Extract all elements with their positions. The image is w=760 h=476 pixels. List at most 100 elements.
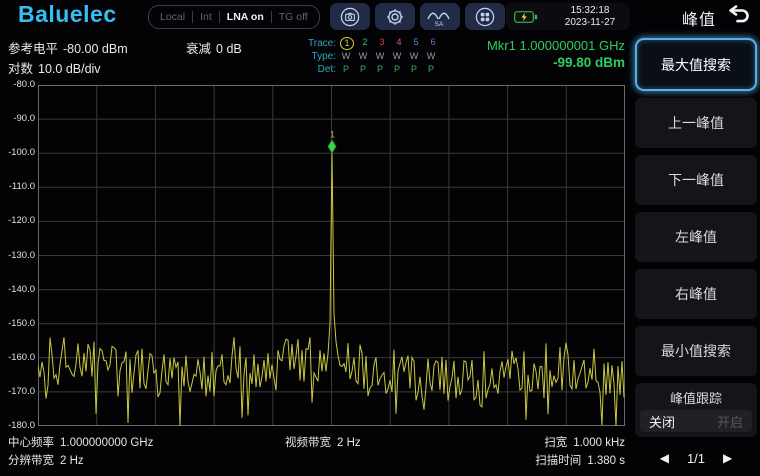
chip: 2 (359, 37, 371, 50)
softkey-button[interactable]: 最小值搜索 (635, 326, 757, 376)
rbw-value: 2 Hz (60, 455, 84, 467)
softkey-menu: 最大值搜索上一峰值下一峰值左峰值右峰值最小值搜索 峰值跟踪 关闭 开启 ◀ 1/… (632, 33, 760, 476)
chip: 1 (340, 37, 354, 50)
peak-track-toggle: 关闭 开启 (640, 410, 752, 432)
sweep-time-value: 1.380 s (587, 455, 625, 467)
softkey-button[interactable]: 下一峰值 (635, 155, 757, 205)
center-frequency: 中心频率 1.000000000 GHz (8, 434, 153, 450)
settings-button[interactable] (375, 3, 415, 30)
chip: P (408, 64, 420, 75)
apps-button[interactable] (465, 3, 505, 30)
y-tick-label: -80.0 (0, 79, 38, 90)
back-button[interactable] (726, 4, 752, 28)
attenuation: 衰减0 dB (186, 38, 242, 57)
clock-date: 2023-11-27 (550, 17, 630, 29)
sweep-time-label: 扫描时间 (535, 455, 581, 467)
sa-mode-button[interactable]: SA (420, 3, 460, 30)
det-row-label: Det: (300, 64, 336, 75)
chip: W (391, 51, 403, 62)
type-values: WWWWWW (340, 51, 442, 62)
mode-int[interactable]: Int (192, 11, 219, 23)
marker-frequency: Mkr1 1.000000001 GHz (487, 38, 625, 53)
scale: 对数 10.0 dB/div (8, 58, 101, 77)
trace-svg: 1 (38, 85, 625, 426)
center-frequency-label: 中心频率 (8, 437, 54, 449)
mode-local[interactable]: Local (153, 11, 192, 23)
marker-diamond-icon (328, 140, 336, 153)
y-tick-label: -140.0 (0, 284, 38, 295)
y-tick-label: -150.0 (0, 318, 38, 329)
vbw-value: 2 Hz (337, 437, 361, 449)
chip: 5 (410, 37, 422, 50)
clock-time: 15:32:18 (550, 5, 630, 17)
chip: 6 (427, 37, 439, 50)
rbw: 分辨带宽 2 Hz (8, 452, 84, 468)
vbw-label: 视频带宽 (285, 437, 331, 449)
y-tick-label: -90.0 (0, 113, 38, 124)
det-values: PPPPPP (340, 64, 442, 75)
y-tick-label: -120.0 (0, 215, 38, 226)
trace-row-label: Trace: (300, 38, 336, 49)
screenshot-button[interactable] (330, 3, 370, 30)
battery-icon (514, 10, 538, 24)
chip: W (425, 51, 437, 62)
chip: 3 (376, 37, 388, 50)
span: 扫宽1.000 kHz (544, 434, 625, 450)
rbw-label: 分辨带宽 (8, 455, 54, 467)
det-row: Det: PPPPPP (300, 63, 442, 75)
chip: W (374, 51, 386, 62)
softkey-button[interactable]: 上一峰值 (635, 98, 757, 148)
page-next-icon[interactable]: ▶ (723, 451, 732, 465)
top-iconbar: SA (330, 3, 505, 30)
peak-track-on-option[interactable]: 开启 (717, 412, 743, 431)
mode-status-group: LocalIntLNA onTG off (148, 5, 320, 29)
mode-tg-off[interactable]: TG off (271, 11, 315, 23)
page-title: 峰值 (682, 6, 716, 30)
type-row: Type: WWWWWW (300, 50, 442, 62)
sweep-time: 扫描时间 1.380 s (535, 452, 625, 468)
page-indicator: 1/1 (687, 451, 705, 466)
ref-level: 参考电平 -80.00 dBm (8, 38, 128, 57)
vbw: 视频带宽 2 Hz (285, 434, 361, 450)
y-tick-label: -180.0 (0, 420, 38, 431)
clock: 15:32:18 2023-11-27 (550, 5, 630, 28)
trace-numbers: 123456 (340, 37, 444, 50)
chip: 4 (393, 37, 405, 50)
softkey-active-button[interactable]: 最大值搜索 (635, 38, 757, 91)
scale-value: 10.0 dB/div (38, 62, 101, 76)
page-prev-icon[interactable]: ◀ (660, 451, 669, 465)
camera-icon (339, 6, 361, 28)
chip: P (391, 64, 403, 75)
y-tick-label: -110.0 (0, 181, 38, 192)
ref-level-label: 参考电平 (8, 42, 58, 56)
chip: P (357, 64, 369, 75)
y-tick-label: -100.0 (0, 147, 38, 158)
y-tick-label: -170.0 (0, 386, 38, 397)
peak-track-title: 峰值跟踪 (670, 388, 722, 407)
softkey-button[interactable]: 右峰值 (635, 269, 757, 319)
span-value: 1.000 kHz (573, 437, 625, 449)
spectrum-analyzer-screen: Baluelec LocalIntLNA onTG off (0, 0, 760, 476)
sa-waveform-icon: SA (426, 6, 454, 28)
marker-number-label: 1 (330, 130, 335, 140)
brand-logo: Baluelec (18, 1, 117, 28)
center-frequency-value: 1.000000000 GHz (60, 437, 153, 449)
chip: W (357, 51, 369, 62)
menu-pagination: ◀ 1/1 ▶ (635, 445, 757, 471)
y-tick-label: -160.0 (0, 352, 38, 363)
trace-plot[interactable]: 1 (38, 85, 625, 426)
scale-label: 对数 (8, 62, 33, 76)
chip: W (408, 51, 420, 62)
chip: P (425, 64, 437, 75)
chip: P (340, 64, 352, 75)
peak-track-off-option[interactable]: 关闭 (649, 412, 675, 431)
softkey-button[interactable]: 左峰值 (635, 212, 757, 262)
y-tick-label: -130.0 (0, 250, 38, 261)
chip: P (374, 64, 386, 75)
apps-grid-icon (474, 6, 496, 28)
mode-lna-on[interactable]: LNA on (219, 11, 271, 23)
attenuation-label: 衰减 (186, 42, 211, 56)
svg-text:SA: SA (435, 21, 444, 28)
ref-level-value: -80.00 dBm (63, 42, 128, 56)
peak-track-group: 峰值跟踪 关闭 开启 (635, 383, 757, 437)
